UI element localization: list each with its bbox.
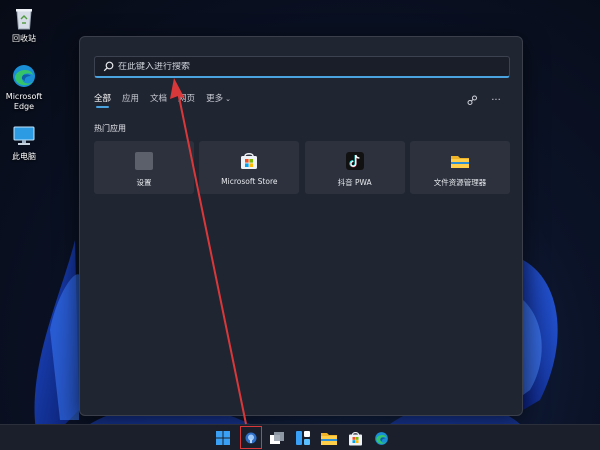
tab-more[interactable]: 更多 ⌄ bbox=[206, 92, 231, 108]
start-icon[interactable] bbox=[214, 429, 232, 447]
app-tile-microsoft-store[interactable]: Microsoft Store bbox=[199, 141, 300, 194]
filter-tabs: 全部 应用 文档 网页 更多 ⌄ ··· bbox=[94, 92, 510, 108]
share-icon[interactable] bbox=[464, 92, 480, 108]
search-input[interactable] bbox=[118, 61, 509, 72]
file-explorer-icon[interactable] bbox=[320, 429, 338, 447]
this-pc-icon bbox=[10, 122, 38, 150]
chevron-down-icon: ⌄ bbox=[225, 95, 231, 103]
search-icon bbox=[102, 61, 114, 73]
panel-tools: ··· bbox=[456, 92, 504, 108]
settings-icon bbox=[134, 151, 154, 171]
tab-label: 网页 bbox=[178, 94, 196, 104]
search-panel: 全部 应用 文档 网页 更多⌄ bbox=[79, 36, 523, 416]
folder-icon bbox=[450, 151, 470, 171]
app-tile-tiktok-pwa[interactable]: 抖音 PWA bbox=[304, 141, 405, 194]
edge-icon bbox=[10, 62, 38, 90]
search-box[interactable] bbox=[94, 56, 510, 78]
app-tile-label: 文件资源管理器 bbox=[433, 178, 487, 187]
desktop-icon-label: 此电脑 bbox=[12, 152, 36, 161]
task-view-icon[interactable] bbox=[268, 429, 286, 447]
app-tile-file-explorer[interactable]: 文件资源管理器 bbox=[409, 141, 510, 194]
tab-label: 应用 bbox=[122, 94, 140, 104]
more-icon[interactable]: ··· bbox=[488, 92, 504, 108]
tab-apps[interactable]: 应用 bbox=[122, 92, 139, 108]
tab-documents[interactable]: 文档 bbox=[150, 92, 167, 108]
taskbar-store-icon[interactable] bbox=[346, 429, 364, 447]
top-apps: 设置 Microsoft Store 抖音 PWA 文件资源管理器 bbox=[94, 141, 510, 194]
desktop-icon-edge[interactable]: Microsoft Edge bbox=[0, 62, 48, 112]
tab-label: 全部 bbox=[94, 94, 112, 104]
desktop-icon-label: Microsoft Edge bbox=[5, 92, 43, 111]
app-tile-label: 设置 bbox=[136, 178, 152, 187]
desktop: 回收站 Microsoft Edge 此电脑 在此键入进行搜索 全部 应用 文档… bbox=[0, 0, 600, 450]
app-tile-label: Microsoft Store bbox=[221, 177, 278, 186]
tiktok-icon bbox=[345, 151, 365, 171]
desktop-icon-this-pc[interactable]: 此电脑 bbox=[0, 122, 48, 162]
taskbar-edge-icon[interactable] bbox=[372, 429, 390, 447]
tab-all[interactable]: 全部 bbox=[94, 92, 111, 108]
tab-web[interactable]: 网页 bbox=[178, 92, 195, 108]
more-label: ··· bbox=[491, 94, 501, 106]
desktop-icon-label: 回收站 bbox=[12, 34, 36, 43]
widgets-icon[interactable] bbox=[294, 429, 312, 447]
section-title: 热门应用 bbox=[94, 124, 126, 133]
app-tile-label: 抖音 PWA bbox=[337, 178, 372, 187]
recycle-bin-icon bbox=[10, 4, 38, 32]
store-icon bbox=[239, 151, 259, 171]
taskbar bbox=[0, 424, 600, 450]
tab-label: 更多 bbox=[206, 94, 224, 104]
desktop-icon-recycle-bin[interactable]: 回收站 bbox=[0, 4, 48, 44]
taskbar-search-icon[interactable] bbox=[242, 429, 260, 447]
app-tile-settings[interactable]: 设置 bbox=[94, 141, 194, 194]
tab-label: 文档 bbox=[150, 94, 168, 104]
